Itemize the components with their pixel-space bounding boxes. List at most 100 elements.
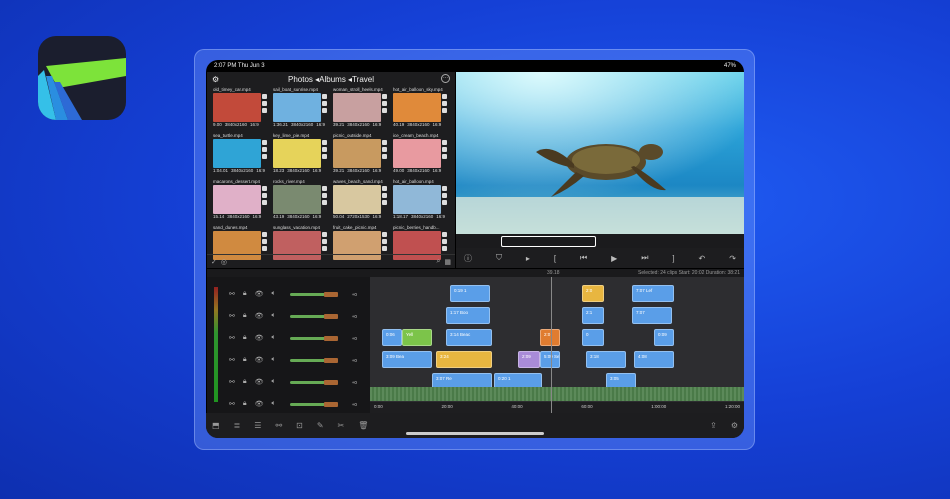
viewer-scrubber[interactable] [456,234,744,248]
play-icon[interactable]: ▶ [611,254,617,263]
edit-icon[interactable]: ✎ [317,421,324,430]
in-point-icon[interactable]: [ [554,254,556,263]
speaker-icon[interactable]: 🔈︎ [272,290,276,298]
speaker-icon[interactable]: 🔈︎ [272,378,276,386]
timeline-clip[interactable]: 0:06 [382,329,402,346]
link-icon[interactable]: ⚯ [229,312,235,320]
link-icon[interactable]: ⚯ [229,400,235,408]
share-icon[interactable]: ⇪ [710,421,717,430]
media-clip[interactable]: sea_turtle.mp4 1:04.01 3840x2160 16:9 [213,133,271,178]
speaker-icon[interactable]: 🔈︎ [272,312,276,320]
link-icon[interactable]: ⚯ [229,356,235,364]
media-clip[interactable]: key_lime_pie.mp4 18.23 3840x2160 16:9 [273,133,331,178]
playhead[interactable] [551,277,552,413]
time-ruler[interactable]: 0:00 20:00 40:00 60:00 1:00:00 1:20:00 [370,402,744,413]
volume-fader[interactable] [289,335,338,341]
eye-icon[interactable]: 👁︎ [255,312,264,320]
timeline-clip[interactable]: 2:1 [582,307,604,324]
lock-icon[interactable]: 🔒︎ [243,378,247,386]
lock-icon[interactable]: 🔒︎ [243,356,247,364]
media-clip[interactable]: woman_stroll_heels.mp4 39.21 3840x2160 16:… [333,87,391,132]
trash-icon[interactable]: 🗑 [358,421,368,430]
media-clip[interactable]: old_timey_car.mp4 9.00 3840x2160 16:9 [213,87,271,132]
link-icon[interactable]: ⚯ [229,378,235,386]
link-icon[interactable]: ⚯ [275,421,282,430]
layers-icon[interactable]: ≣ [234,421,241,430]
timeline-clip[interactable]: 3:14 Beac [446,329,492,346]
link-icon[interactable]: ⚯ [229,290,235,298]
lock-icon[interactable]: 🔒︎ [243,334,247,342]
eye-icon[interactable]: 👁︎ [255,400,264,408]
clip-thumbnail [333,139,381,168]
volume-fader[interactable] [289,313,338,319]
timeline-clip[interactable]: 2:09 [518,351,540,368]
media-clip[interactable]: macarons_dessert.mp4 15.14 3840x2160 16:9 [213,179,271,224]
media-clip[interactable]: rocks_river.mp4 43.19 3840x2160 16:9 [273,179,331,224]
timeline-clip[interactable]: 2:0 [582,285,604,302]
timeline-clip[interactable]: 5:09 Sea [540,351,560,368]
marker-icon[interactable]: ⛉ [496,253,502,263]
timeline-clip[interactable]: 0:09 [654,329,674,346]
list-icon[interactable]: ☰ [254,421,261,430]
browser-title[interactable]: Photos ◂Albums ◂Travel [288,75,374,84]
volume-fader[interactable] [289,291,338,297]
out-point-icon[interactable]: ] [672,254,674,263]
timeline-clip[interactable]: Yell [402,329,432,346]
settings-icon[interactable]: ⚙ [731,421,738,430]
track-row: ⚯ 🔒︎ 👁︎ 🔈︎ +0 [229,355,369,365]
media-clip[interactable]: hot_air_balloon_sky.mp4 40.19 3840x2160 16… [393,87,451,132]
media-clip[interactable]: ice_cream_beach.mp4 49.00 3840x2160 16:9 [393,133,451,178]
filter-icon[interactable]: ◎ [221,258,227,266]
timeline-clip[interactable]: 4:08 [634,351,674,368]
timeline-clip[interactable]: 3:18 [586,351,626,368]
link-icon[interactable]: ⚯ [229,334,235,342]
preview-viewer[interactable] [456,72,744,234]
eye-icon[interactable]: 👁︎ [255,290,264,298]
media-clip[interactable]: hot_air_balloon.mp4 1:18.17 3840x2160 16:9 [393,179,451,224]
volume-fader[interactable] [289,401,338,407]
checkmark-icon[interactable]: ✓ [211,258,217,266]
volume-fader[interactable] [289,379,338,385]
timeline-clip[interactable]: 3:09 Bea [382,351,432,368]
lock-icon[interactable]: 🔒︎ [243,312,247,320]
info-icon[interactable]: ⓘ [464,253,472,264]
timeline-clip[interactable]: 0 [582,329,604,346]
clip-meta: 43.19 3840x2160 16:9 [273,214,322,219]
timeline-clip[interactable]: 1:17 Boo [446,307,490,324]
speaker-icon[interactable]: 🔈︎ [272,334,276,342]
media-clip[interactable]: waves_beach_sand.mp4 50.04 2720x1530 16:9 [333,179,391,224]
clip-thumbnail [333,93,381,122]
grid-view-icon[interactable]: ▦ [444,258,451,266]
prev-frame-icon[interactable]: ⏮ [580,253,587,263]
camera-icon[interactable]: ⊡ [296,421,303,430]
lock-icon[interactable]: 🔒︎ [243,400,247,408]
search-icon[interactable]: ⌕ [436,258,440,266]
timeline-clip[interactable]: 2:0 [540,329,560,346]
volume-fader[interactable] [289,357,338,363]
settings-gear-icon[interactable]: ⚙ [212,75,219,84]
media-clip[interactable]: picnic_outside.mp4 39.21 3840x2160 16:9 [333,133,391,178]
export-icon[interactable]: ⬒ [212,421,220,430]
scrub-range[interactable] [501,236,596,247]
scissors-icon[interactable]: ✂ [338,421,345,430]
next-frame-icon[interactable]: ⏭ [641,253,648,263]
add-marker-icon[interactable]: ▸ [526,254,530,263]
timeline-clip[interactable]: 7:07 Lef [632,285,674,302]
undo-icon[interactable]: ↶ [699,254,706,263]
eye-icon[interactable]: 👁︎ [255,334,264,342]
timeline-lanes[interactable]: 3:050:20 13:07 Re4:083:185:09 Sea2:093:2… [370,277,744,413]
more-options-icon[interactable]: ··· [441,74,450,83]
speaker-icon[interactable]: 🔈︎ [272,400,276,408]
clip-thumbnail [393,185,441,214]
clip-meta: 9.00 3840x2160 16:9 [213,122,259,127]
redo-icon[interactable]: ↷ [729,254,736,263]
clip-badges [262,186,269,214]
eye-icon[interactable]: 👁︎ [255,378,264,386]
eye-icon[interactable]: 👁︎ [255,356,264,364]
timeline-clip[interactable]: 3:24 [436,351,492,368]
speaker-icon[interactable]: 🔈︎ [272,356,276,364]
lock-icon[interactable]: 🔒︎ [243,290,247,298]
media-clip[interactable]: sail_boat_sunrise.mp4 1:36.21 3840x2160 16… [273,87,331,132]
timeline-clip[interactable]: 7:07 [632,307,672,324]
timeline-clip[interactable]: 0:19 1 [450,285,490,302]
